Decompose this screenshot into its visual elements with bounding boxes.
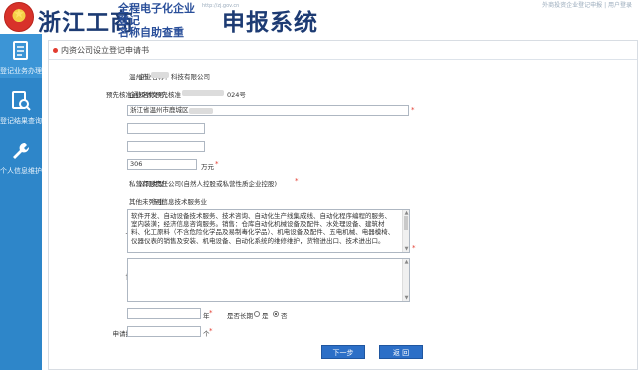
brand-subtitle: 全程电子化企业登记 名称自助查重 — [118, 3, 204, 39]
scroll-down-icon[interactable]: ▼ — [403, 295, 409, 301]
brand-subtitle-line2: 名称自助查重 — [118, 26, 184, 39]
longterm-yes-label: 是 — [262, 312, 269, 320]
next-step-button[interactable]: 下一步 — [321, 345, 365, 359]
brand-subtitle-line1: 全程电子化企业登记 — [118, 2, 195, 27]
company-name-suffix: 科技有限公司 — [171, 73, 210, 81]
sidebar-item-business[interactable]: 登记业务办理 — [0, 34, 42, 78]
general-scope-textarea[interactable]: 软件开发、自动设备技术服务、技术咨询、自动化生产线集成线、自动化程序编程的服务、… — [127, 209, 410, 253]
notice-number-prefix: 企业名称预先核准 — [129, 91, 181, 99]
address-value: 浙江省温州市鹿城区 — [130, 106, 189, 114]
back-button[interactable]: 返 回 — [379, 345, 423, 359]
sidebar-item-profile[interactable]: 个人信息维护 — [0, 134, 42, 178]
licensed-scope-textarea[interactable]: ▲ ▼ — [127, 258, 410, 302]
phone-input[interactable] — [127, 123, 205, 134]
required-marker: * — [411, 106, 415, 114]
notice-number-suffix: 024号 — [227, 91, 246, 99]
application-form-panel: 内资公司设立登记申请书 企业名称： 温州市 科技有限公司 预先核准通知书文号： … — [48, 40, 638, 370]
general-scope-text: 软件开发、自动设备技术服务、技术咨询、自动化生产线集成线、自动化程序编程的服务、… — [131, 212, 395, 245]
scroll-up-icon[interactable]: ▲ — [403, 259, 409, 265]
capital-input[interactable]: 306 — [127, 159, 197, 170]
longterm-no-radio[interactable] — [273, 311, 279, 317]
scrollbar[interactable]: ▲ ▼ — [402, 210, 409, 252]
required-marker: * — [412, 244, 416, 252]
app-header: 浙江工商 全程电子化企业登记 名称自助查重 http://zj.gov.cn 申… — [0, 0, 640, 39]
term-input[interactable] — [127, 308, 201, 319]
sidebar-item-label: 个人信息维护 — [0, 167, 42, 175]
longterm-no-label: 否 — [281, 312, 288, 320]
panel-title: 内资公司设立登记申请书 — [49, 41, 637, 60]
system-title: 申报系统 — [222, 10, 318, 36]
redacted-text — [182, 90, 224, 96]
wrench-icon — [10, 140, 32, 162]
required-marker: * — [209, 327, 213, 335]
top-links[interactable]: 外商投资企业登记申报 | 用户登录 — [542, 0, 632, 9]
brand-url: http://zj.gov.cn — [202, 3, 240, 9]
sidebar-item-label: 登记结果查询 — [0, 117, 42, 125]
required-marker: * — [295, 177, 299, 185]
sidebar-item-query[interactable]: 登记结果查询 — [0, 84, 42, 128]
industry-value: 其他未列明信息技术服务业 — [129, 198, 207, 206]
required-marker: * — [209, 309, 213, 317]
search-document-icon — [10, 90, 32, 112]
sidebar: 登记业务办理 登记结果查询 个人信息维护 — [0, 34, 42, 370]
document-icon — [10, 40, 32, 62]
required-marker: * — [215, 160, 219, 168]
longterm-label: 是否长期 — [227, 312, 253, 320]
sidebar-item-label: 登记业务办理 — [0, 67, 42, 75]
company-type-value: 私营有限责任公司(自然人控股或私营性质企业控股) — [129, 180, 278, 188]
capital-unit: 万元 — [201, 163, 214, 171]
national-emblem-icon — [4, 2, 34, 32]
postcode-input[interactable] — [127, 141, 205, 152]
company-name-prefix: 温州市 — [129, 73, 149, 81]
scroll-thumb[interactable] — [404, 216, 408, 230]
redacted-text — [151, 72, 169, 78]
title-bullet-icon — [53, 48, 58, 53]
panel-title-text: 内资公司设立登记申请书 — [61, 46, 149, 55]
redacted-text — [189, 108, 213, 114]
copies-input[interactable] — [127, 326, 201, 337]
address-input[interactable]: 浙江省温州市鹿城区 — [127, 105, 409, 116]
scroll-down-icon[interactable]: ▼ — [403, 246, 409, 252]
scrollbar[interactable]: ▲ ▼ — [402, 259, 409, 301]
longterm-yes-radio[interactable] — [254, 311, 260, 317]
